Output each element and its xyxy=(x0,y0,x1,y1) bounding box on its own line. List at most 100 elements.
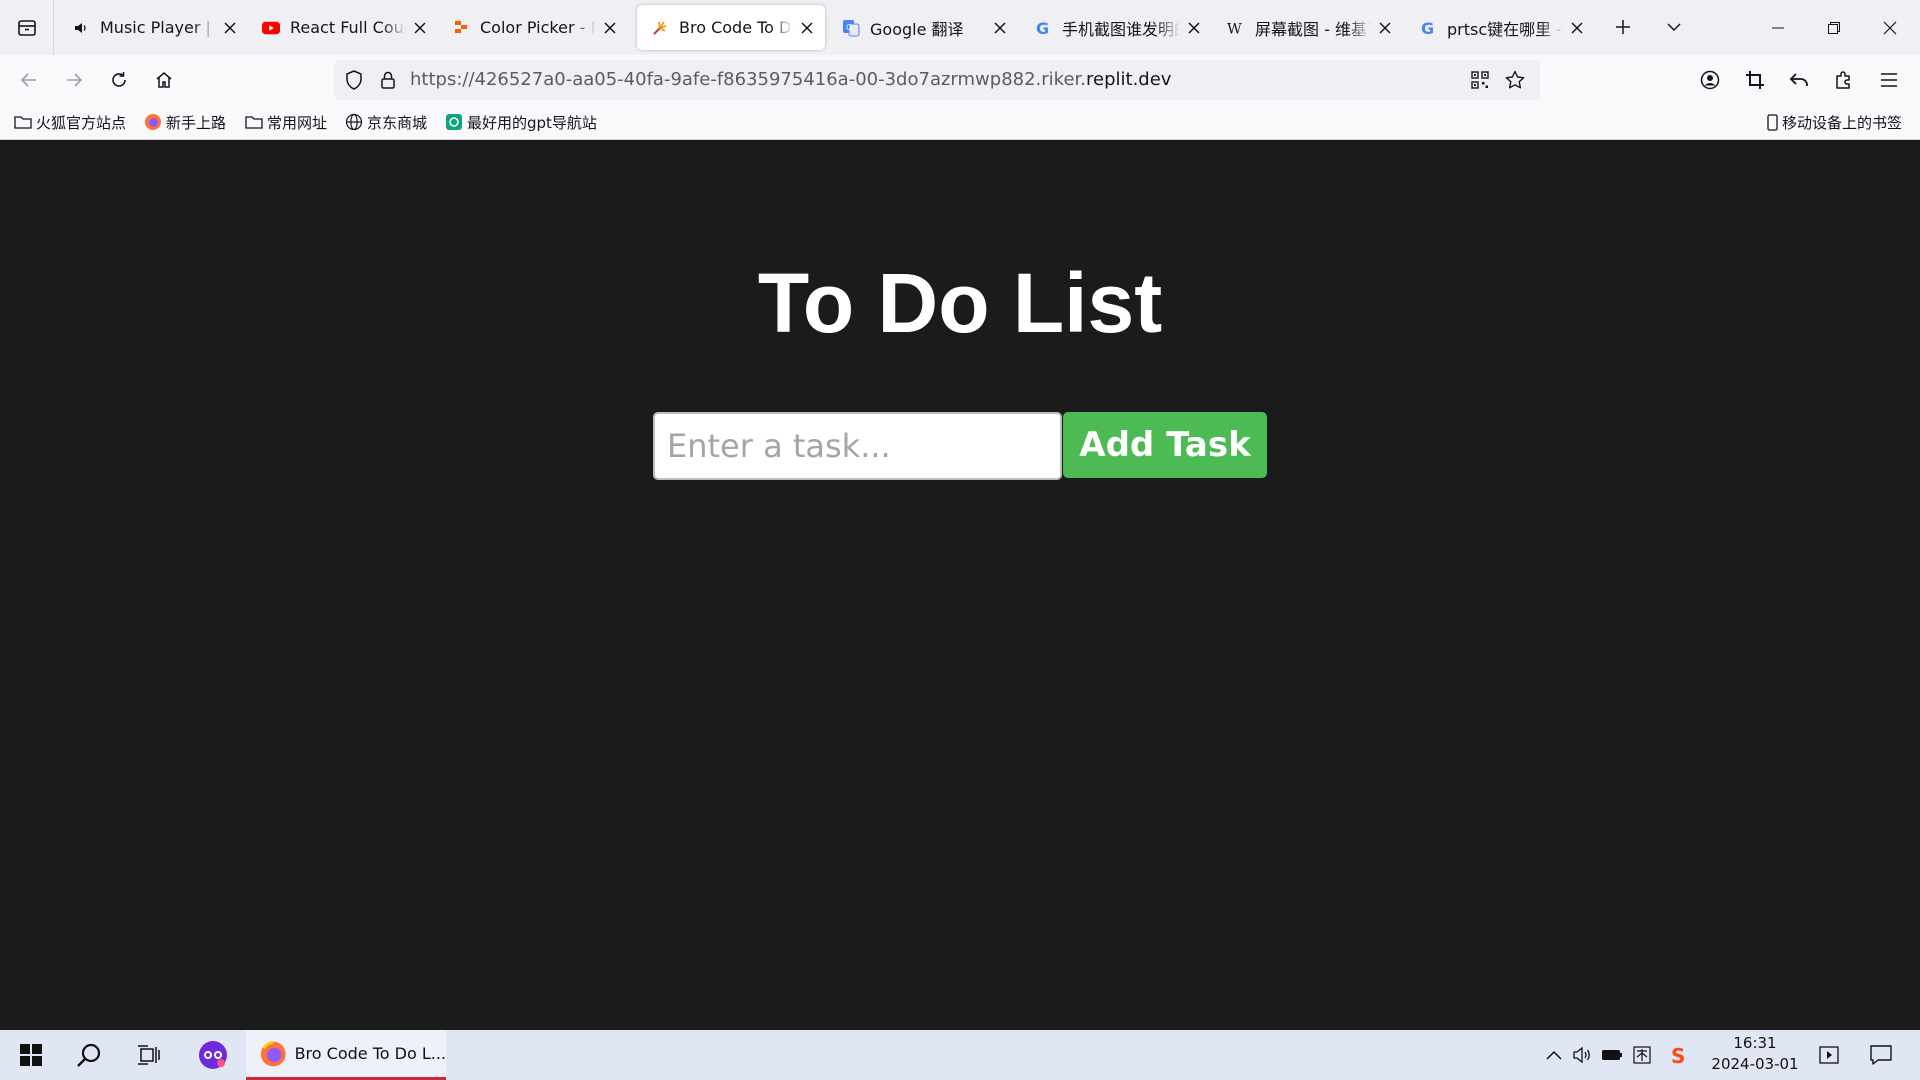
battery-button[interactable] xyxy=(1598,1030,1626,1080)
youtube-icon xyxy=(262,19,280,37)
task-view-button[interactable] xyxy=(120,1030,178,1080)
bookmark-item[interactable]: 最好用的gpt导航站 xyxy=(445,110,597,134)
input-method-button[interactable] xyxy=(1628,1030,1656,1080)
bookmark-item[interactable]: 新手上路 xyxy=(144,110,226,134)
mobile-bookmarks[interactable]: 移动设备上的书签 xyxy=(1766,110,1902,134)
tab-title: 屏幕截图 - 维基百科 xyxy=(1255,19,1371,39)
restore-icon xyxy=(1828,21,1840,34)
qr-code-icon[interactable] xyxy=(1468,68,1492,92)
list-all-tabs-button[interactable] xyxy=(1655,8,1693,46)
close-tab-icon[interactable] xyxy=(990,18,1010,38)
new-tab-button[interactable] xyxy=(1604,8,1642,46)
minimize-button[interactable] xyxy=(1750,0,1806,55)
extensions-button[interactable] xyxy=(1825,61,1863,99)
bookmark-label: 火狐官方站点 xyxy=(36,113,127,132)
crop-icon xyxy=(1746,71,1764,89)
mobile-device-icon xyxy=(1766,113,1778,131)
svg-text:G: G xyxy=(1421,19,1434,37)
windows-taskbar: Bro Code To Do L... S 16:31 2024-03-01 xyxy=(0,1030,1920,1080)
show-desktop-button[interactable] xyxy=(1814,1030,1844,1080)
account-icon xyxy=(1700,70,1720,90)
task-view-icon xyxy=(138,1045,160,1065)
close-tab-icon[interactable] xyxy=(1375,18,1395,38)
search-button[interactable] xyxy=(60,1030,118,1080)
menu-button[interactable] xyxy=(1870,61,1908,99)
sogou-ime-button[interactable]: S xyxy=(1666,1030,1694,1080)
tab-prtsc-key[interactable]: G prtsc键在哪里 - Google xyxy=(1405,5,1595,50)
tab-title: Bro Code To Do List xyxy=(679,18,793,37)
tab-list-icon xyxy=(17,19,36,36)
clock-date: 2024-03-01 xyxy=(1711,1055,1799,1073)
show-hidden-icons-button[interactable] xyxy=(1540,1030,1568,1080)
close-tab-icon[interactable] xyxy=(1184,18,1204,38)
url-text[interactable]: https://426527a0-aa05-40fa-9afe-f8635975… xyxy=(410,60,1171,100)
replit-icon xyxy=(452,19,470,37)
puzzle-icon xyxy=(1836,71,1850,89)
forward-button[interactable] xyxy=(55,61,93,99)
tab-color-picker[interactable]: Color Picker - Replit xyxy=(438,5,628,50)
page-title: To Do List xyxy=(757,256,1163,350)
close-tab-icon[interactable] xyxy=(600,18,620,38)
home-button[interactable] xyxy=(145,61,183,99)
svg-text:W: W xyxy=(1227,21,1242,37)
tab-title: Color Picker - Replit xyxy=(480,18,596,37)
globe-icon xyxy=(345,113,363,131)
url-prefix: https://426527a0-aa05-40fa-9afe-f8635975… xyxy=(410,69,1087,90)
tab-title: Music Player | Code xyxy=(100,18,216,37)
undo-button[interactable] xyxy=(1780,61,1818,99)
task-input[interactable] xyxy=(653,412,1062,480)
back-button[interactable] xyxy=(10,61,48,99)
tab-todo-list[interactable]: Bro Code To Do List xyxy=(637,5,825,50)
volume-button[interactable] xyxy=(1568,1030,1596,1080)
plus-icon xyxy=(1616,20,1630,34)
bookmark-item[interactable]: 火狐官方站点 xyxy=(14,110,126,134)
windows-logo-icon xyxy=(20,1044,42,1066)
folder-icon xyxy=(245,113,263,131)
close-tab-icon[interactable] xyxy=(220,18,240,38)
taskbar-app-mask[interactable] xyxy=(184,1030,242,1080)
notifications-button[interactable] xyxy=(1864,1030,1898,1080)
undo-icon xyxy=(1789,73,1808,86)
bookmark-item[interactable]: 常用网址 xyxy=(245,110,327,134)
svg-text:G: G xyxy=(1036,19,1049,37)
add-task-button[interactable]: Add Task xyxy=(1063,412,1267,478)
tab-wikipedia[interactable]: W 屏幕截图 - 维基百科 xyxy=(1213,5,1403,50)
lock-icon[interactable] xyxy=(376,68,400,92)
system-clock[interactable]: 16:31 2024-03-01 xyxy=(1700,1033,1810,1075)
bookmark-label: 移动设备上的书签 xyxy=(1782,113,1903,132)
tab-react-course[interactable]: React Full Course for free xyxy=(248,5,438,50)
bookmark-label: 常用网址 xyxy=(267,113,328,132)
address-bar[interactable]: https://426527a0-aa05-40fa-9afe-f8635975… xyxy=(334,60,1540,100)
clock-time: 16:31 xyxy=(1733,1034,1777,1052)
tab-title: React Full Course for free xyxy=(290,18,406,37)
incognito-mask-icon xyxy=(199,1041,227,1069)
bookmark-star-icon[interactable] xyxy=(1503,68,1527,92)
bookmark-label: 新手上路 xyxy=(166,113,227,132)
close-tab-icon[interactable] xyxy=(797,18,817,38)
sogou-icon: S xyxy=(1671,1044,1685,1066)
chevron-up-icon xyxy=(1546,1050,1562,1060)
media-play-icon xyxy=(1819,1046,1839,1064)
reload-button[interactable] xyxy=(100,61,138,99)
firefox-icon xyxy=(144,113,162,131)
tab-list-button[interactable] xyxy=(0,0,54,55)
tab-music-player[interactable]: Music Player | Code xyxy=(58,5,248,50)
google-icon: G xyxy=(1034,19,1052,37)
close-tab-icon[interactable] xyxy=(1567,18,1587,38)
close-window-button[interactable] xyxy=(1862,0,1918,55)
google-icon: G xyxy=(1419,19,1437,37)
screenshot-button[interactable] xyxy=(1736,61,1774,99)
tab-screenshot-inventor[interactable]: G 手机截图谁发明的 xyxy=(1020,5,1212,50)
start-button[interactable] xyxy=(2,1030,60,1080)
taskbar-app-firefox[interactable]: Bro Code To Do L... xyxy=(246,1030,446,1080)
gpt-icon xyxy=(445,113,463,131)
account-button[interactable] xyxy=(1691,61,1729,99)
home-icon xyxy=(156,72,172,88)
shield-icon[interactable] xyxy=(342,68,366,92)
tab-google-translate[interactable]: G Google 翻译 xyxy=(828,5,1018,50)
search-icon xyxy=(77,1043,101,1067)
arrow-left-icon xyxy=(20,73,36,87)
restore-button[interactable] xyxy=(1806,0,1862,55)
bookmark-item[interactable]: 京东商城 xyxy=(345,110,427,134)
close-tab-icon[interactable] xyxy=(410,18,430,38)
